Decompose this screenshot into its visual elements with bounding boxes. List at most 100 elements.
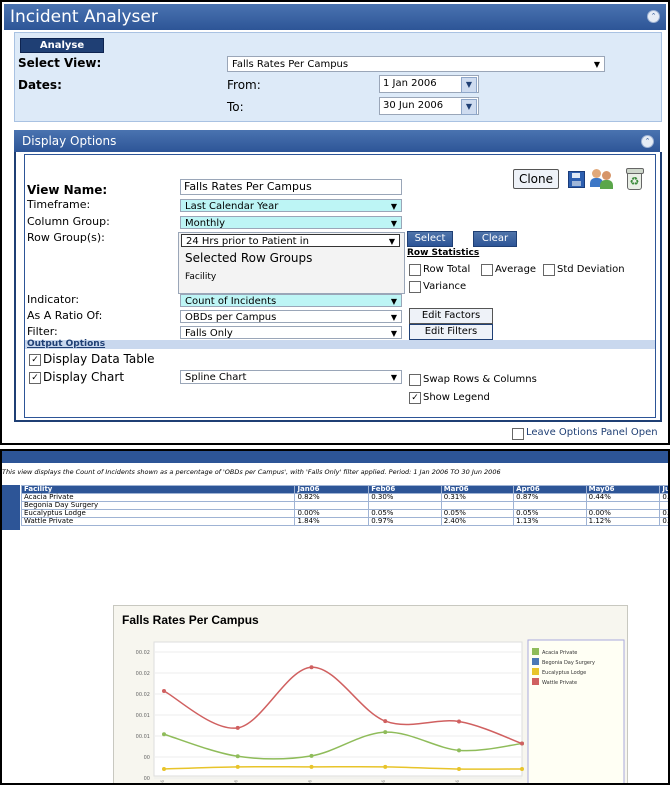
data-point bbox=[457, 748, 461, 752]
table-cell: 0.87% bbox=[514, 494, 586, 502]
legend-swatch bbox=[532, 678, 539, 685]
calendar-dropdown-icon[interactable]: ▼ bbox=[461, 99, 477, 115]
to-date-field[interactable]: 30 Jun 2006 ▼ bbox=[379, 97, 479, 115]
data-point bbox=[236, 754, 240, 758]
from-label: From: bbox=[227, 78, 261, 92]
calendar-dropdown-icon[interactable]: ▼ bbox=[461, 77, 477, 93]
ratio-value: OBDs per Campus bbox=[185, 312, 276, 323]
clone-button[interactable]: Clone bbox=[513, 169, 559, 189]
data-point bbox=[162, 767, 166, 771]
column-group-value: Monthly bbox=[185, 218, 225, 229]
select-view-value: Falls Rates Per Campus bbox=[232, 59, 348, 70]
show-legend-label: Show Legend bbox=[423, 392, 490, 403]
save-icon[interactable] bbox=[568, 171, 585, 188]
x-tick-label: Mar06 bbox=[307, 780, 312, 785]
data-point bbox=[383, 719, 387, 723]
table-cell: 1.13% bbox=[514, 518, 586, 526]
legend-entry: Begonia Day Surgery bbox=[542, 660, 595, 666]
table-row: Wattle Private1.84%0.97%2.40%1.13%1.12%0… bbox=[22, 518, 670, 526]
selected-row-groups-label: Selected Row Groups bbox=[185, 251, 312, 265]
legend-swatch bbox=[532, 668, 539, 675]
chevron-down-icon: ▼ bbox=[594, 57, 600, 73]
clear-button[interactable]: Clear bbox=[473, 231, 517, 247]
table-cell: 0.31% bbox=[441, 494, 513, 502]
timeframe-value: Last Calendar Year bbox=[185, 201, 278, 212]
show-legend-checkbox[interactable]: ✓ bbox=[409, 392, 421, 404]
x-tick-label: Apr06 bbox=[381, 780, 386, 785]
display-options-body: View Name: Falls Rates Per Campus Clone … bbox=[14, 152, 662, 422]
table-row: Begonia Day Surgery bbox=[22, 502, 670, 510]
legend-entry: Wattle Private bbox=[542, 680, 577, 686]
select-view-label: Select View: bbox=[18, 56, 101, 70]
collapse-icon[interactable]: ⌃ bbox=[641, 135, 654, 148]
data-point bbox=[236, 726, 240, 730]
edit-factors-button[interactable]: Edit Factors bbox=[409, 308, 493, 324]
data-point bbox=[383, 765, 387, 769]
table-cell: 2.40% bbox=[441, 518, 513, 526]
chart-container: Falls Rates Per Campus00.0200.0200.0200.… bbox=[113, 605, 628, 785]
variance-checkbox[interactable] bbox=[409, 281, 421, 293]
table-cell: 1.12% bbox=[586, 518, 660, 526]
results-panel: This view displays the Count of Incident… bbox=[0, 449, 670, 785]
data-point bbox=[457, 720, 461, 724]
collapse-icon[interactable]: ⌃ bbox=[647, 10, 660, 23]
y-tick-label: 00 bbox=[144, 776, 150, 782]
selected-row-group-item[interactable]: Facility bbox=[185, 272, 216, 282]
timeframe-dropdown[interactable]: Last Calendar Year ▼ bbox=[180, 199, 402, 212]
display-data-table-label: Display Data Table bbox=[43, 352, 155, 366]
select-view-dropdown[interactable]: Falls Rates Per Campus ▼ bbox=[227, 56, 605, 72]
column-group-label: Column Group: bbox=[27, 215, 110, 228]
chevron-down-icon: ▼ bbox=[391, 327, 397, 340]
table-row-header-strip bbox=[2, 485, 20, 530]
data-point bbox=[520, 742, 524, 746]
ratio-label: As A Ratio Of: bbox=[27, 309, 102, 322]
swap-rows-columns-label: Swap Rows & Columns bbox=[423, 374, 537, 385]
table-row: Eucalyptus Lodge0.00%0.05%0.05%0.05%0.00… bbox=[22, 510, 670, 518]
display-chart-label: Display Chart bbox=[43, 370, 124, 384]
recycle-bin-icon[interactable]: ♻ bbox=[625, 167, 643, 189]
row-groups-panel: 24 Hrs prior to Patient in ▼ Selected Ro… bbox=[178, 232, 405, 294]
filter-dropdown[interactable]: Falls Only ▼ bbox=[180, 326, 402, 339]
column-group-dropdown[interactable]: Monthly ▼ bbox=[180, 216, 402, 229]
select-button[interactable]: Select bbox=[407, 231, 453, 247]
std-deviation-label: Std Deviation bbox=[557, 264, 625, 275]
from-date-field[interactable]: 1 Jan 2006 ▼ bbox=[379, 75, 479, 93]
data-point bbox=[457, 767, 461, 771]
users-icon[interactable] bbox=[590, 167, 614, 189]
edit-filters-button[interactable]: Edit Filters bbox=[409, 324, 493, 340]
std-deviation-checkbox[interactable] bbox=[543, 264, 555, 276]
chevron-down-icon: ▼ bbox=[391, 217, 397, 230]
chevron-down-icon: ▼ bbox=[391, 311, 397, 324]
display-options-title: Display Options bbox=[22, 134, 116, 148]
y-tick-label: 00.02 bbox=[136, 650, 150, 656]
data-point bbox=[520, 767, 524, 771]
leave-options-open-label: Leave Options Panel Open bbox=[526, 427, 658, 438]
display-chart-checkbox[interactable]: ✓ bbox=[29, 372, 41, 384]
incident-analyser-panel: Incident Analyser ⌃ Analyse Select View:… bbox=[0, 0, 670, 445]
view-name-input[interactable]: Falls Rates Per Campus bbox=[180, 179, 402, 195]
table-cell: 0.97% bbox=[369, 518, 441, 526]
y-tick-label: 00.01 bbox=[136, 734, 150, 740]
from-date-value: 1 Jan 2006 bbox=[383, 78, 437, 89]
swap-rows-columns-checkbox[interactable] bbox=[409, 374, 421, 386]
leave-options-open-checkbox[interactable] bbox=[512, 428, 524, 440]
y-tick-label: 00.01 bbox=[136, 713, 150, 719]
row-statistics-label: Row Statistics bbox=[407, 248, 479, 258]
indicator-dropdown[interactable]: Count of Incidents ▼ bbox=[180, 294, 402, 307]
title-bar: Incident Analyser ⌃ bbox=[4, 4, 666, 30]
table-header-row: FacilityJan06Feb06Mar06Apr06May06Ju bbox=[22, 486, 670, 494]
row-total-checkbox[interactable] bbox=[409, 264, 421, 276]
output-options-bar: Output Options bbox=[25, 340, 655, 349]
average-checkbox[interactable] bbox=[481, 264, 493, 276]
to-date-value: 30 Jun 2006 bbox=[383, 100, 443, 111]
row-groups-value: 24 Hrs prior to Patient in bbox=[186, 236, 309, 247]
chart-svg: Falls Rates Per Campus00.0200.0200.0200.… bbox=[114, 606, 627, 785]
display-data-table-checkbox[interactable]: ✓ bbox=[29, 354, 41, 366]
row-groups-dropdown[interactable]: 24 Hrs prior to Patient in ▼ bbox=[181, 234, 400, 247]
ratio-dropdown[interactable]: OBDs per Campus ▼ bbox=[180, 310, 402, 323]
analyse-button[interactable]: Analyse bbox=[20, 38, 104, 53]
row-total-label: Row Total bbox=[423, 264, 470, 275]
display-options-header[interactable]: Display Options ⌃ bbox=[14, 130, 660, 152]
chart-type-dropdown[interactable]: Spline Chart ▼ bbox=[180, 370, 402, 384]
table-cell: 0.82% bbox=[295, 494, 369, 502]
